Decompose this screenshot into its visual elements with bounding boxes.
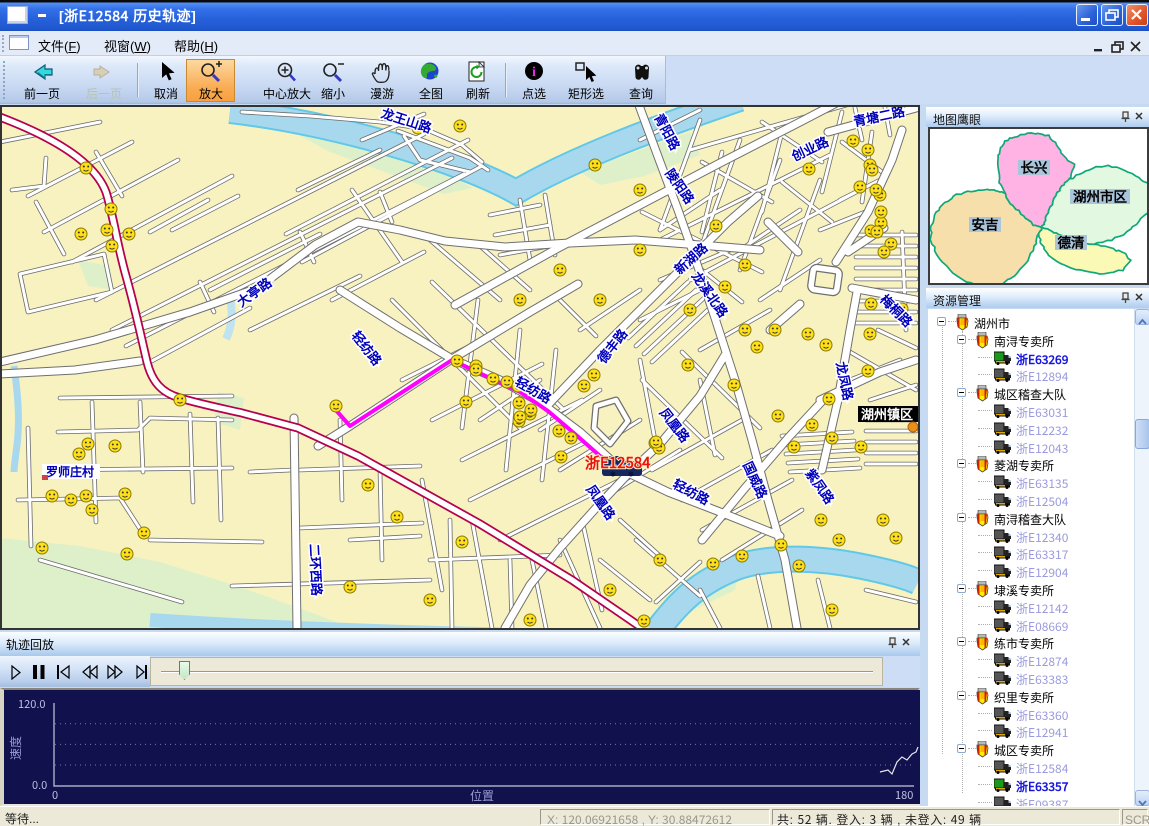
svg-text:0: 0 xyxy=(52,787,58,803)
svg-text:安吉: 安吉 xyxy=(972,214,999,234)
svg-text:湖州镇区: 湖州镇区 xyxy=(861,404,913,423)
svg-text:长兴: 长兴 xyxy=(1021,157,1049,177)
svg-text:德清: 德清 xyxy=(1058,232,1086,252)
svg-text:180: 180 xyxy=(895,787,913,803)
svg-text:i: i xyxy=(532,65,536,80)
svg-text:位置: 位置 xyxy=(470,787,494,804)
svg-text:0.0: 0.0 xyxy=(32,777,47,793)
svg-text:湖州市区: 湖州市区 xyxy=(1073,186,1127,206)
svg-text:二环西路: 二环西路 xyxy=(306,543,328,597)
svg-text:速度: 速度 xyxy=(7,736,24,760)
svg-text:120.0: 120.0 xyxy=(18,696,45,712)
svg-text:浙E12584: 浙E12584 xyxy=(585,452,651,473)
svg-text:罗师庄村: 罗师庄村 xyxy=(46,463,94,480)
